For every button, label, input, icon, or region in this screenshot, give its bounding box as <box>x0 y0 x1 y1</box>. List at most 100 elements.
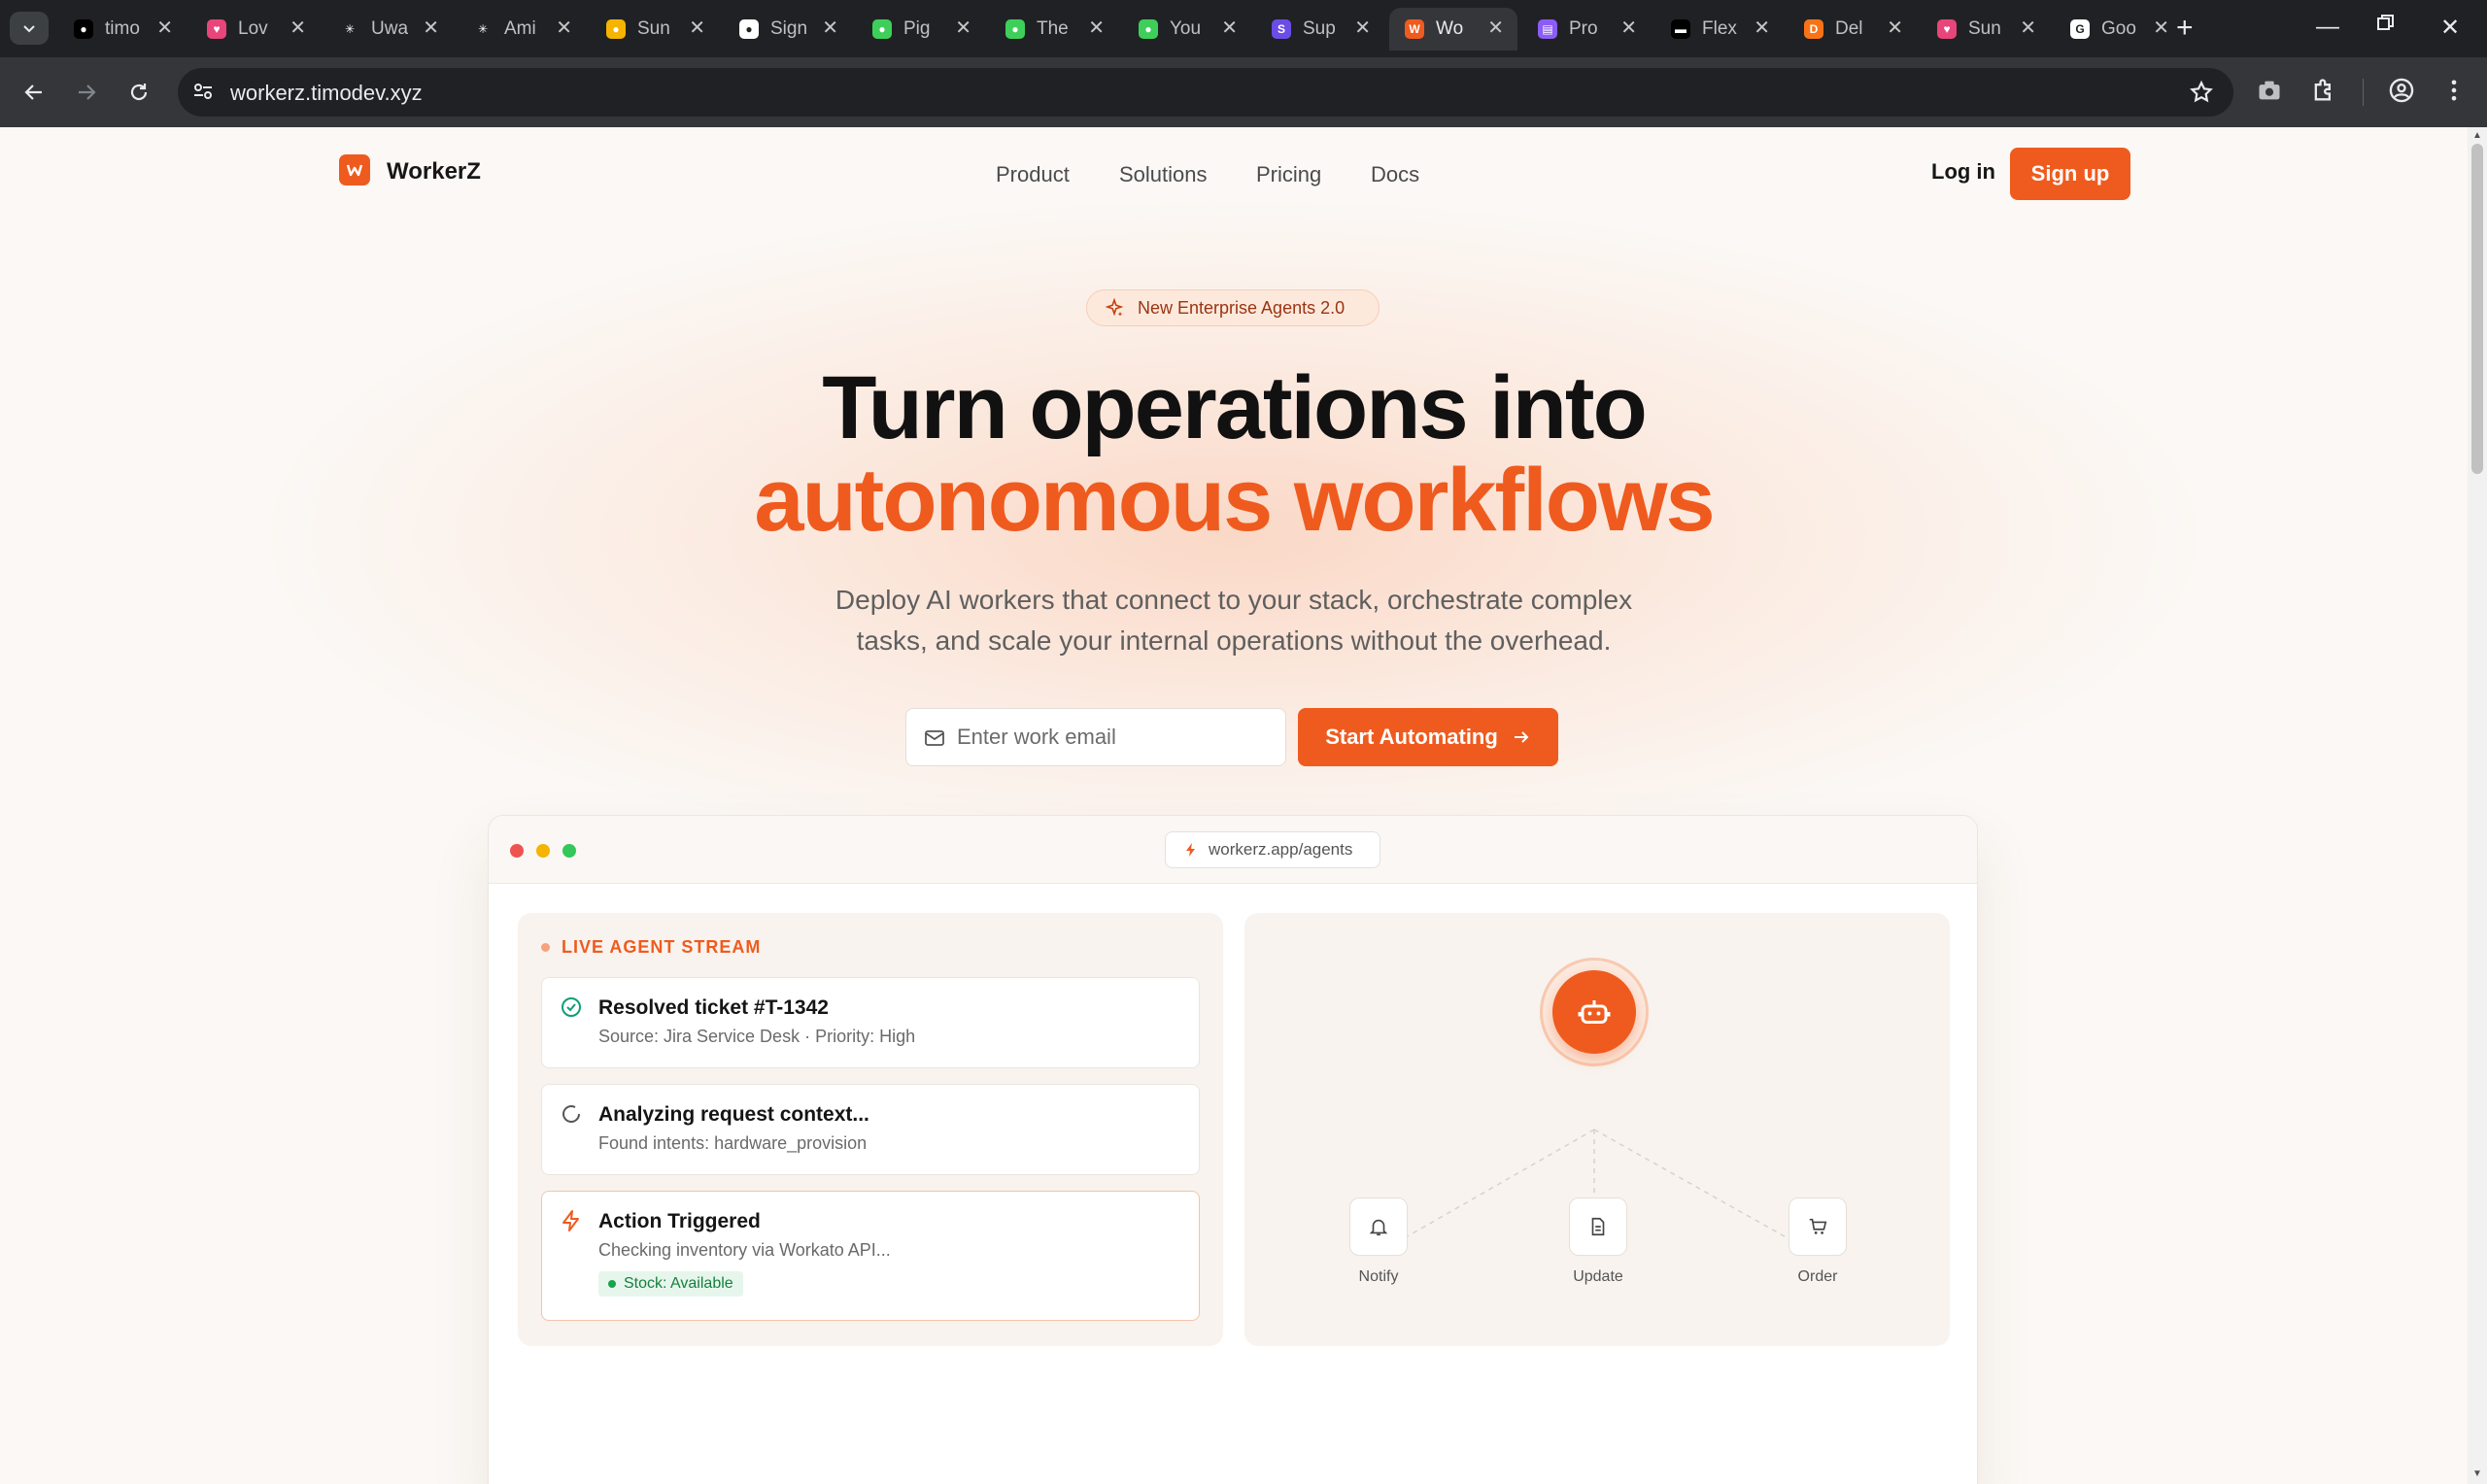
tab-favicon-icon: ✳ <box>473 19 493 39</box>
event-subtitle: Checking inventory via Workato API... <box>598 1240 891 1260</box>
agent-stream-panel: LIVE AGENT STREAM Resolved ticket #T-134… <box>518 913 1223 1346</box>
address-bar[interactable]: workerz.timodev.xyz <box>178 68 2233 117</box>
tab-close-icon[interactable]: ✕ <box>1754 18 1770 38</box>
browser-tab[interactable]: ▤ Pro ✕ <box>1522 8 1651 51</box>
browser-tab[interactable]: ✳ Uwa ✕ <box>324 8 453 51</box>
tab-favicon-icon: ● <box>606 19 626 39</box>
tab-close-icon[interactable]: ✕ <box>156 18 173 38</box>
browser-tab[interactable]: S Sup ✕ <box>1256 8 1384 51</box>
mail-icon <box>925 730 944 746</box>
close-window-button[interactable]: ✕ <box>2440 14 2460 42</box>
nav-docs[interactable]: Docs <box>1371 162 1419 187</box>
tab-favicon-icon: W <box>1405 19 1424 39</box>
stream-event-card: Action Triggered Checking inventory via … <box>541 1191 1200 1321</box>
minimize-button[interactable]: — <box>2316 14 2339 41</box>
site-settings-icon[interactable] <box>191 80 215 103</box>
new-tab-button[interactable]: + <box>2176 12 2194 45</box>
workerz-logo-icon <box>346 164 363 177</box>
camera-icon[interactable] <box>2256 77 2283 104</box>
tab-favicon-icon: ● <box>1005 19 1025 39</box>
announcement-badge[interactable]: New Enterprise Agents 2.0 <box>1086 289 1380 326</box>
tab-favicon-icon: ♥ <box>1937 19 1957 39</box>
kebab-menu-icon[interactable] <box>2440 77 2468 104</box>
tab-close-icon[interactable]: ✕ <box>1620 18 1637 38</box>
workflow-node-order[interactable] <box>1789 1197 1847 1256</box>
nav-solutions[interactable]: Solutions <box>1119 162 1208 187</box>
arrow-right-icon <box>1514 731 1529 743</box>
event-subtitle: Source: Jira Service Desk · Priority: Hi… <box>598 1027 916 1046</box>
tab-close-icon[interactable]: ✕ <box>1354 18 1371 38</box>
browser-tab[interactable]: W Wo ✕ <box>1389 8 1517 51</box>
tab-title: Sign <box>770 18 807 39</box>
tab-close-icon[interactable]: ✕ <box>955 18 971 38</box>
browser-tab[interactable]: ✳ Ami ✕ <box>458 8 586 51</box>
browser-tab[interactable]: ● Pig ✕ <box>857 8 985 51</box>
tab-title: The <box>1037 18 1069 39</box>
tab-close-icon[interactable]: ✕ <box>1221 18 1238 38</box>
tab-search-button[interactable] <box>10 12 49 45</box>
check-circle-icon <box>562 997 581 1017</box>
live-indicator <box>541 943 550 952</box>
bookmark-star-icon[interactable] <box>2189 80 2214 105</box>
nav-product[interactable]: Product <box>996 162 1070 187</box>
tab-favicon-icon: ✳ <box>340 19 359 39</box>
profile-icon[interactable] <box>2388 77 2415 104</box>
reload-button[interactable] <box>121 75 156 110</box>
tab-close-icon[interactable]: ✕ <box>689 18 705 38</box>
browser-tab[interactable]: D Del ✕ <box>1789 8 1917 51</box>
login-link[interactable]: Log in <box>1931 159 1995 185</box>
app-preview-titlebar: workerz.app/agents <box>489 816 1977 884</box>
brand-name[interactable]: WorkerZ <box>387 158 481 186</box>
stream-title-text: LIVE AGENT STREAM <box>562 937 762 957</box>
tab-favicon-icon: ● <box>1139 19 1158 39</box>
browser-tab[interactable]: ♥ Sun ✕ <box>1922 8 2050 51</box>
scroll-up-arrow[interactable]: ▲ <box>2470 130 2484 141</box>
forward-button[interactable] <box>69 75 104 110</box>
tab-close-icon[interactable]: ✕ <box>290 18 306 38</box>
headline-line1: Turn operations into <box>822 358 1648 457</box>
nav-pricing[interactable]: Pricing <box>1256 162 1321 187</box>
workflow-node-notify[interactable] <box>1349 1197 1408 1256</box>
email-input[interactable] <box>957 709 1268 765</box>
agent-hub <box>1540 958 1649 1066</box>
brand-logo[interactable] <box>339 154 370 186</box>
workflow-node-update[interactable] <box>1569 1197 1627 1256</box>
restore-icon <box>2377 15 2394 30</box>
browser-tab[interactable]: ● You ✕ <box>1123 8 1251 51</box>
extensions-icon[interactable] <box>2310 77 2337 104</box>
tab-close-icon[interactable]: ✕ <box>2153 18 2169 38</box>
tab-close-icon[interactable]: ✕ <box>822 18 838 38</box>
tab-close-icon[interactable]: ✕ <box>1487 18 1504 38</box>
browser-tab[interactable]: ● The ✕ <box>990 8 1118 51</box>
tab-close-icon[interactable]: ✕ <box>1088 18 1105 38</box>
email-field[interactable] <box>905 708 1286 766</box>
stream-event-card: Resolved ticket #T-1342 Source: Jira Ser… <box>541 977 1200 1068</box>
restore-button[interactable] <box>2376 12 2396 39</box>
tab-title: Pro <box>1569 18 1598 39</box>
back-button[interactable] <box>17 75 51 110</box>
scrollbar-thumb[interactable] <box>2471 144 2483 474</box>
workflow-graph-panel: Notify Update Order <box>1244 913 1950 1346</box>
toolbar-divider <box>2363 79 2364 106</box>
headline-line2: autonomous workflows <box>754 451 1715 550</box>
start-automating-button[interactable]: Start Automating <box>1298 708 1558 766</box>
browser-tab[interactable]: ● timo ✕ <box>58 8 187 51</box>
tab-title: timo <box>105 18 140 39</box>
browser-tab[interactable]: G Goo ✕ <box>2055 8 2183 51</box>
stream-title: LIVE AGENT STREAM <box>541 937 761 958</box>
tab-title: Sup <box>1303 18 1336 39</box>
browser-tab[interactable]: ● Sign ✕ <box>724 8 852 51</box>
event-title: Analyzing request context... <box>598 1103 869 1126</box>
browser-tab[interactable]: ● Sun ✕ <box>591 8 719 51</box>
tab-close-icon[interactable]: ✕ <box>556 18 572 38</box>
tab-close-icon[interactable]: ✕ <box>423 18 439 38</box>
arrow-left-icon <box>24 84 42 100</box>
browser-tab[interactable]: ♥ Lov ✕ <box>191 8 320 51</box>
browser-tab[interactable]: ▬ Flex ✕ <box>1655 8 1784 51</box>
signup-button[interactable]: Sign up <box>2010 148 2130 200</box>
app-url-text: workerz.app/agents <box>1209 840 1353 859</box>
event-title: Action Triggered <box>598 1210 761 1232</box>
tab-close-icon[interactable]: ✕ <box>1887 18 1903 38</box>
tab-close-icon[interactable]: ✕ <box>2020 18 2036 38</box>
scroll-down-arrow[interactable]: ▼ <box>2470 1468 2484 1479</box>
